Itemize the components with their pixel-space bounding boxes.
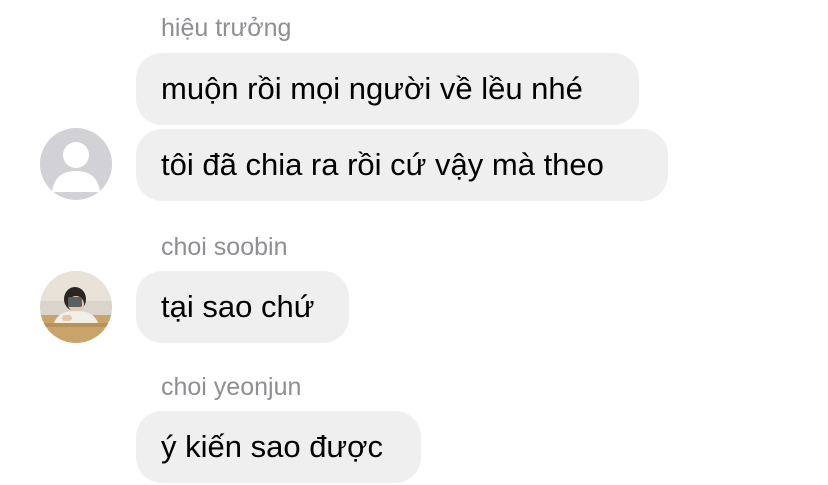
message-bubble[interactable]: ý kiến sao được [136,411,421,483]
chat-thread: hiệu trưởng muộn rồi mọi người về lều nh… [0,0,828,485]
message-bubble[interactable]: tôi đã chia ra rồi cứ vậy mà theo [136,129,668,201]
sender-name: hiệu trưởng [161,14,292,42]
profile-photo-icon[interactable] [40,271,112,343]
sender-name: choi soobin [161,233,288,261]
default-person-icon[interactable] [40,128,112,200]
message-bubble[interactable]: muộn rồi mọi người về lều nhé [136,53,639,125]
message-bubble[interactable]: tại sao chứ [136,271,349,343]
sender-name: choi yeonjun [161,373,302,401]
